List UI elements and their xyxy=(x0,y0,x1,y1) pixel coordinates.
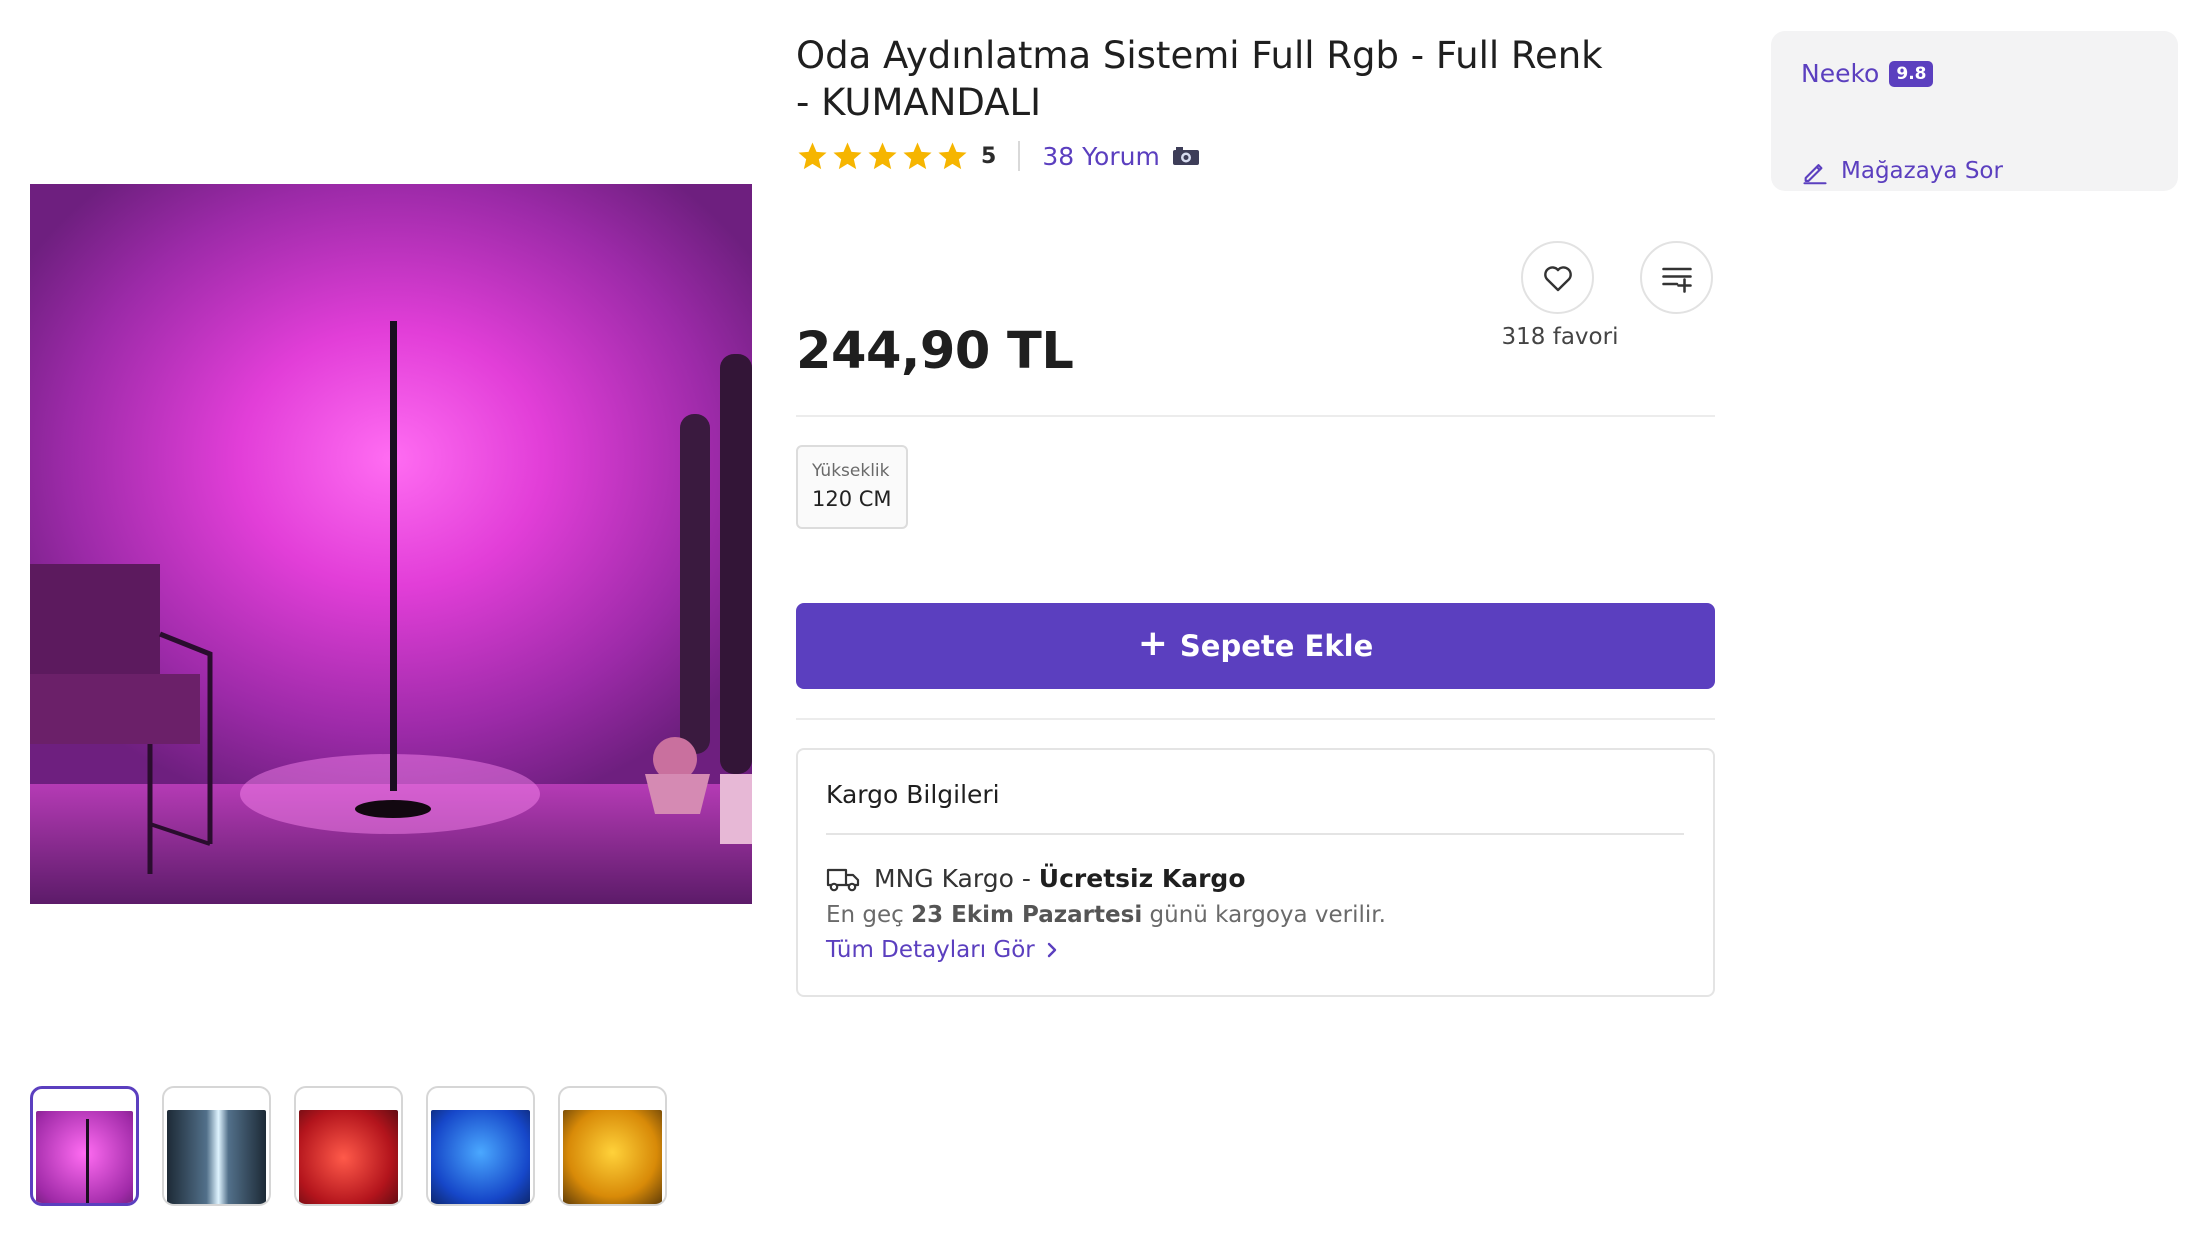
rating-separator xyxy=(1018,141,1021,171)
thumbnail-image xyxy=(167,1110,266,1204)
favorite-count: 318 favori xyxy=(1501,324,1619,350)
date-prefix: En geç xyxy=(826,902,904,928)
star-icon xyxy=(833,141,862,169)
add-to-list-icon xyxy=(1661,267,1692,293)
chevron-right-icon xyxy=(1047,942,1056,958)
add-to-cart-label: Sepete Ekle xyxy=(1179,629,1374,663)
seller-name-row: Neeko 9.8 xyxy=(1801,59,1934,88)
divider xyxy=(796,718,1715,720)
star-rating xyxy=(796,140,969,173)
seller-name-link[interactable]: Neeko xyxy=(1801,59,1879,88)
main-product-image[interactable] xyxy=(30,184,752,904)
details-link-label: Tüm Detayları Gör xyxy=(826,937,1035,963)
edit-icon xyxy=(1803,164,1827,185)
star-icon xyxy=(903,141,932,169)
thumbnail-strip xyxy=(30,1086,667,1206)
camera-icon xyxy=(1172,147,1199,165)
thumbnail-4[interactable] xyxy=(426,1086,535,1206)
thumbnail-2[interactable] xyxy=(162,1086,271,1206)
carrier-separator: - xyxy=(1013,864,1039,893)
star-icon xyxy=(798,141,827,169)
rating-value: 5 xyxy=(981,143,997,169)
shipping-info-card: Kargo Bilgileri MNG Kargo - Ücretsiz Kar… xyxy=(796,748,1715,997)
thumbnail-image xyxy=(563,1110,662,1204)
truck-icon xyxy=(826,868,860,891)
add-to-cart-button[interactable]: + Sepete Ekle xyxy=(796,603,1715,689)
thumbnail-5[interactable] xyxy=(558,1086,667,1206)
variant-value: 120 CM xyxy=(812,487,892,511)
variant-selector-height[interactable]: Yükseklik 120 CM xyxy=(796,445,908,529)
thumbnail-1[interactable] xyxy=(30,1086,139,1206)
product-title: Oda Aydınlatma Sistemi Full Rgb - Full R… xyxy=(796,34,1603,124)
thumbnail-image xyxy=(431,1110,530,1204)
seller-score-badge: 9.8 xyxy=(1889,60,1934,87)
divider xyxy=(826,833,1684,835)
product-price: 244,90 TL xyxy=(796,322,1074,381)
seller-box: Neeko 9.8 Mağazaya Sor xyxy=(1771,31,2178,191)
thumbnail-image xyxy=(299,1110,398,1204)
variant-label: Yükseklik xyxy=(812,461,890,481)
shipping-title: Kargo Bilgileri xyxy=(826,780,1000,809)
free-shipping-label: Ücretsiz Kargo xyxy=(1038,864,1246,893)
star-icon xyxy=(938,141,967,169)
divider xyxy=(796,415,1715,417)
shipping-date: 23 Ekim Pazartesi xyxy=(911,902,1143,928)
shipping-carrier-line: MNG Kargo - Ücretsiz Kargo xyxy=(826,864,1246,893)
date-suffix: günü kargoya verilir. xyxy=(1149,902,1386,928)
thumbnail-image xyxy=(36,1111,133,1203)
heart-icon xyxy=(1543,265,1572,291)
rating-row: 5 38 Yorum xyxy=(796,138,1200,174)
shipping-date-line: En geç 23 Ekim Pazartesi günü kargoya ve… xyxy=(826,902,1386,928)
product-photo xyxy=(30,184,752,904)
favorite-button[interactable] xyxy=(1521,241,1594,314)
plus-icon: + xyxy=(1137,623,1168,664)
add-to-list-button[interactable] xyxy=(1640,241,1713,314)
star-icon xyxy=(868,141,897,169)
carrier-name: MNG Kargo xyxy=(874,864,1014,893)
thumbnail-3[interactable] xyxy=(294,1086,403,1206)
review-count-link[interactable]: 38 Yorum xyxy=(1042,142,1159,171)
ask-store-button[interactable]: Mağazaya Sor xyxy=(1801,157,2003,185)
ask-store-label: Mağazaya Sor xyxy=(1841,158,2003,184)
shipping-details-link[interactable]: Tüm Detayları Gör xyxy=(826,937,1059,963)
